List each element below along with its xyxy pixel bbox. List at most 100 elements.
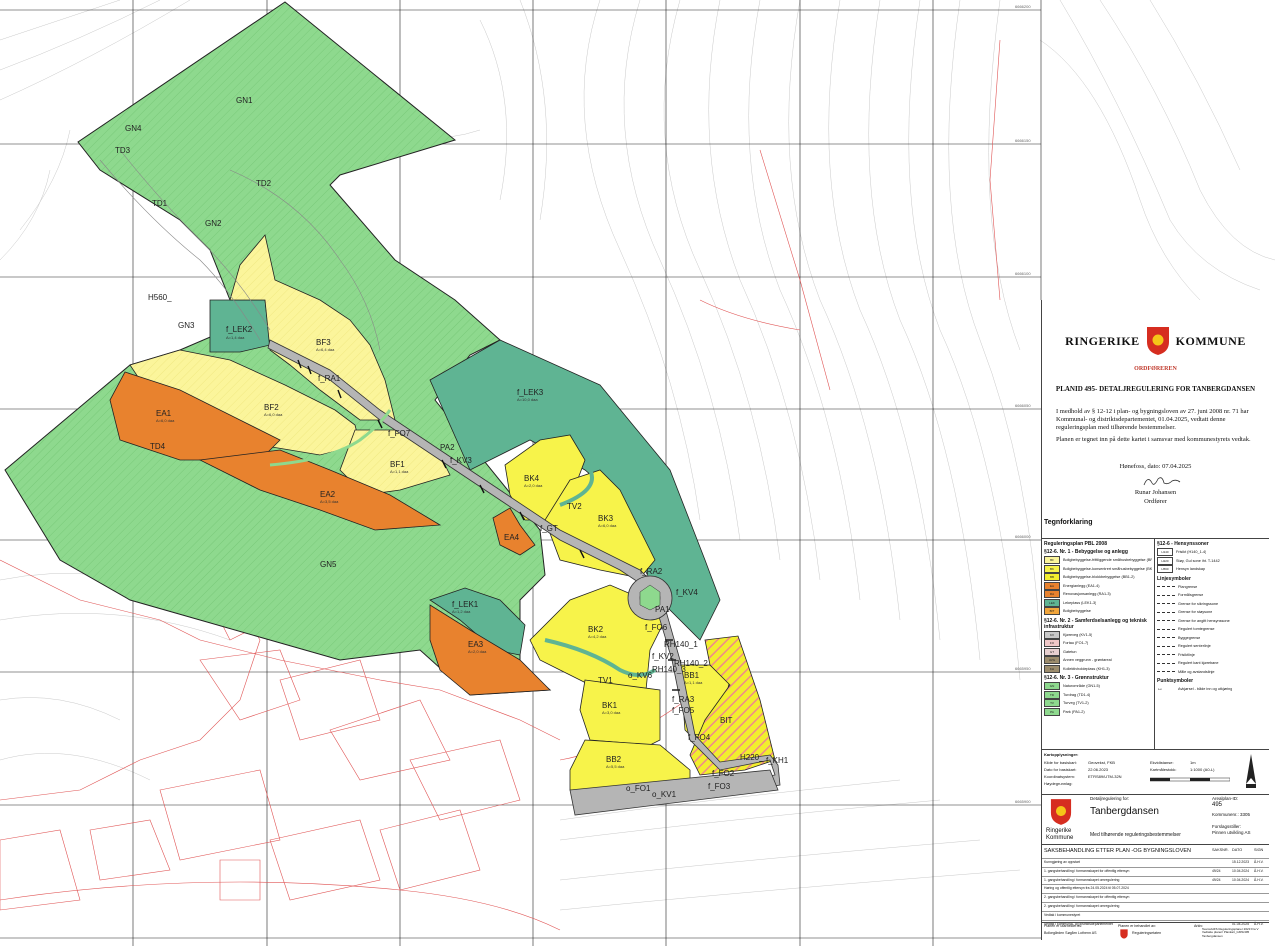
label-gn2: GN2 xyxy=(205,219,222,228)
legend-swatch: BK xyxy=(1044,564,1060,573)
legend-swatch: H560 xyxy=(1157,565,1173,574)
map-info: Kartopplysninger: Kilde for basiskart: G… xyxy=(1042,750,1269,795)
legend-text: Boligbebyggelse-frittliggende småhusbeby… xyxy=(1063,558,1152,563)
vedtak-text: I medhold av § 12-12 i plan- og bygnings… xyxy=(1056,408,1249,431)
label-bb2: BB2 xyxy=(606,755,622,764)
legend-swatch: KH xyxy=(1044,664,1060,673)
legend-item: H560 Hensyn landskap xyxy=(1157,565,1267,574)
legend-line: Regulert tomtegrense xyxy=(1157,625,1267,634)
arealplan-label: Arealplan-ID: xyxy=(1212,796,1239,801)
saksbehandling-table: Kunngjøring av oppstart 15.12.2023 Å.H.V. 1… xyxy=(1042,858,1269,928)
legend-sec-gronnstruktur: §12-6. Nr. 3 - Grønnstruktur xyxy=(1044,675,1109,681)
label-f-fo4: f_FO4 xyxy=(688,733,711,742)
line-symbol xyxy=(1157,594,1175,596)
behandlet-label: Planen er behandlet av: xyxy=(1118,924,1156,928)
label-f-fo5: f_FO5 xyxy=(672,706,695,715)
legend-line: Regulert senterlinje xyxy=(1157,642,1267,651)
legend-sec-hensyn: §12-6 - Hensynssoner xyxy=(1157,541,1209,547)
table-row: 1. gangsbehandling i formannskapet omreg… xyxy=(1042,875,1269,885)
signatory: Runar Johansen Ordfører xyxy=(1042,488,1269,506)
info-heading: Kartopplysninger: xyxy=(1044,752,1079,757)
table-row: Kunngjøring av oppstart 15.12.2023 Å.H.V. xyxy=(1042,858,1269,867)
legend-text: Regulert tomtegrense xyxy=(1178,627,1215,632)
legend: Reguleringsplan PBL 2008 §12-6. Nr. 1 - … xyxy=(1042,538,1269,750)
row-dato: 10.04.2024 xyxy=(1232,877,1249,882)
legend-text: Kjøreveg (KV1-5) xyxy=(1063,632,1093,637)
legend-swatch: TV xyxy=(1044,699,1060,708)
label-ea3: EA3 xyxy=(468,640,484,649)
legend-line: Grense for sikringssone xyxy=(1157,600,1267,609)
label-f-lek3: f_LEK3 xyxy=(517,388,544,397)
plan-title: PLANID 495- DETALJREGULERING FOR TANBERG… xyxy=(1055,385,1256,393)
legend-text: Avkjørsel - både inn og utkjøring xyxy=(1178,687,1233,692)
area-bf2: A=6,0 daa xyxy=(264,412,283,417)
label-o-kv1: o_KV1 xyxy=(652,790,677,799)
legend-text: Hensyn landskap xyxy=(1176,567,1206,572)
legend-text: Fortau (FO1-7) xyxy=(1063,641,1089,646)
legend-item: KH Kollektivholdeplass (KH1-3) xyxy=(1044,664,1152,674)
kommune-name-right: KOMMUNE xyxy=(1175,333,1246,348)
legend-heading: Tegnforklaring xyxy=(1044,519,1093,526)
table-row: 2. gangsbehandling i formannskapet for o… xyxy=(1042,893,1269,902)
label-f-lek2: f_LEK2 xyxy=(226,325,253,334)
legend-line: Måle og avstandslinje xyxy=(1157,668,1267,677)
arkiv-value: Teams/HFS Reguleringsplaner 2023 Fra V V… xyxy=(1202,927,1259,938)
coord-label: 6665900 xyxy=(1015,799,1031,804)
legend-item: EA Energianlegg (EA1-4) xyxy=(1044,581,1152,591)
coord-label: 6666000 xyxy=(1015,534,1031,539)
label-bk1: BK1 xyxy=(602,701,618,710)
forslag-value: Pinnen utvikling AS xyxy=(1212,830,1251,835)
label-o-kv6: o_KV6 xyxy=(628,671,653,680)
info-dato-label: Dato for basiskart: xyxy=(1044,767,1077,772)
legend-item: H140 Frisikt (H140_1-4) xyxy=(1157,548,1267,557)
signatory-role: Ordfører xyxy=(1144,498,1167,505)
legend-swatch: FO xyxy=(1044,639,1060,648)
label-f-kv3: f_KV3 xyxy=(450,456,472,465)
legend-text: Kollektivholdeplass (KH1-3) xyxy=(1063,666,1110,671)
label-td4: TD4 xyxy=(150,442,166,451)
forslag-label: Forslagsstiller: xyxy=(1212,824,1242,829)
coord-label: 6666100 xyxy=(1015,271,1031,276)
label-f-ra3: f_RA3 xyxy=(672,695,695,704)
legend-text: Plangrense xyxy=(1178,584,1198,589)
signatory-name: Runar Johansen xyxy=(1134,489,1177,496)
label-h220: H220_ xyxy=(740,753,764,762)
legend-line: Grense for støysone xyxy=(1157,608,1267,617)
legend-item: RA Renovasjonsanlegg (RA1-3) xyxy=(1044,590,1152,599)
title-block: Ringerike Kommune Detaljregulering for: … xyxy=(1042,794,1269,940)
legend-text: Energianlegg (EA1-4) xyxy=(1063,583,1100,588)
row-saksnr: 49/24 xyxy=(1212,868,1221,873)
row-sign: Å.H.V. xyxy=(1254,868,1264,873)
label-bb1: BB1 xyxy=(684,671,700,680)
label-ea2: EA2 xyxy=(320,490,336,499)
legend-text: Grense for angitt hensynssone xyxy=(1178,618,1230,623)
legend-text: Formålsgrense xyxy=(1178,593,1204,598)
legend-line: Byggegrense xyxy=(1157,634,1267,643)
row-sign: Å.H.V. xyxy=(1254,877,1264,882)
legend-text: Lekeplass (LEK1-3) xyxy=(1063,600,1097,605)
line-symbol xyxy=(1157,620,1175,622)
area-bf3: A=6,4 daa xyxy=(316,347,335,352)
legend-sec-bebyggelse: §12-6. Nr. 1 - Bebyggelse og anlegg xyxy=(1044,549,1128,555)
area-bk4: A=2,0 daa xyxy=(524,483,543,488)
legend-text: Grense for sikringssone xyxy=(1178,601,1219,606)
label-f-gt: f_GT xyxy=(540,524,558,533)
legend-item: BB Boligbebyggelse-blokkbebyggelse (BB1-2… xyxy=(1044,573,1152,582)
legend-item: BF Boligbebyggelse-frittliggende småhusbe… xyxy=(1044,556,1152,565)
legend-swatch: TD xyxy=(1044,690,1060,699)
col-sign: SIGN xyxy=(1254,848,1264,852)
line-symbol xyxy=(1157,611,1175,613)
label-f-kv2: f_KV2 xyxy=(652,652,674,661)
plan-info-panel: RINGERIKE KOMMUNE ORDFØREREN PLANID 495-… xyxy=(1041,300,1269,940)
legend-column-left: Reguleringsplan PBL 2008 §12-6. Nr. 1 - … xyxy=(1042,539,1155,749)
legend-text: Måle og avstandslinje xyxy=(1178,669,1215,674)
info-koord-label: Koordinatsystem: xyxy=(1044,774,1075,779)
legend-line: Formålsgrense xyxy=(1157,591,1267,600)
label-f-lek1: f_LEK1 xyxy=(452,600,479,609)
legend-item: TV Turveg (TV1-2) xyxy=(1044,699,1152,708)
row-text: Høring og offentlig ettersyn fra 24.05.2… xyxy=(1044,886,1129,891)
legend-text: Regulert kant kjørebane xyxy=(1178,661,1219,666)
area-ea3: A=2,0 daa xyxy=(468,649,487,654)
kommunenr: Kommunenr.: 3305 xyxy=(1212,812,1251,817)
legend-swatch: BIT xyxy=(1044,607,1060,616)
